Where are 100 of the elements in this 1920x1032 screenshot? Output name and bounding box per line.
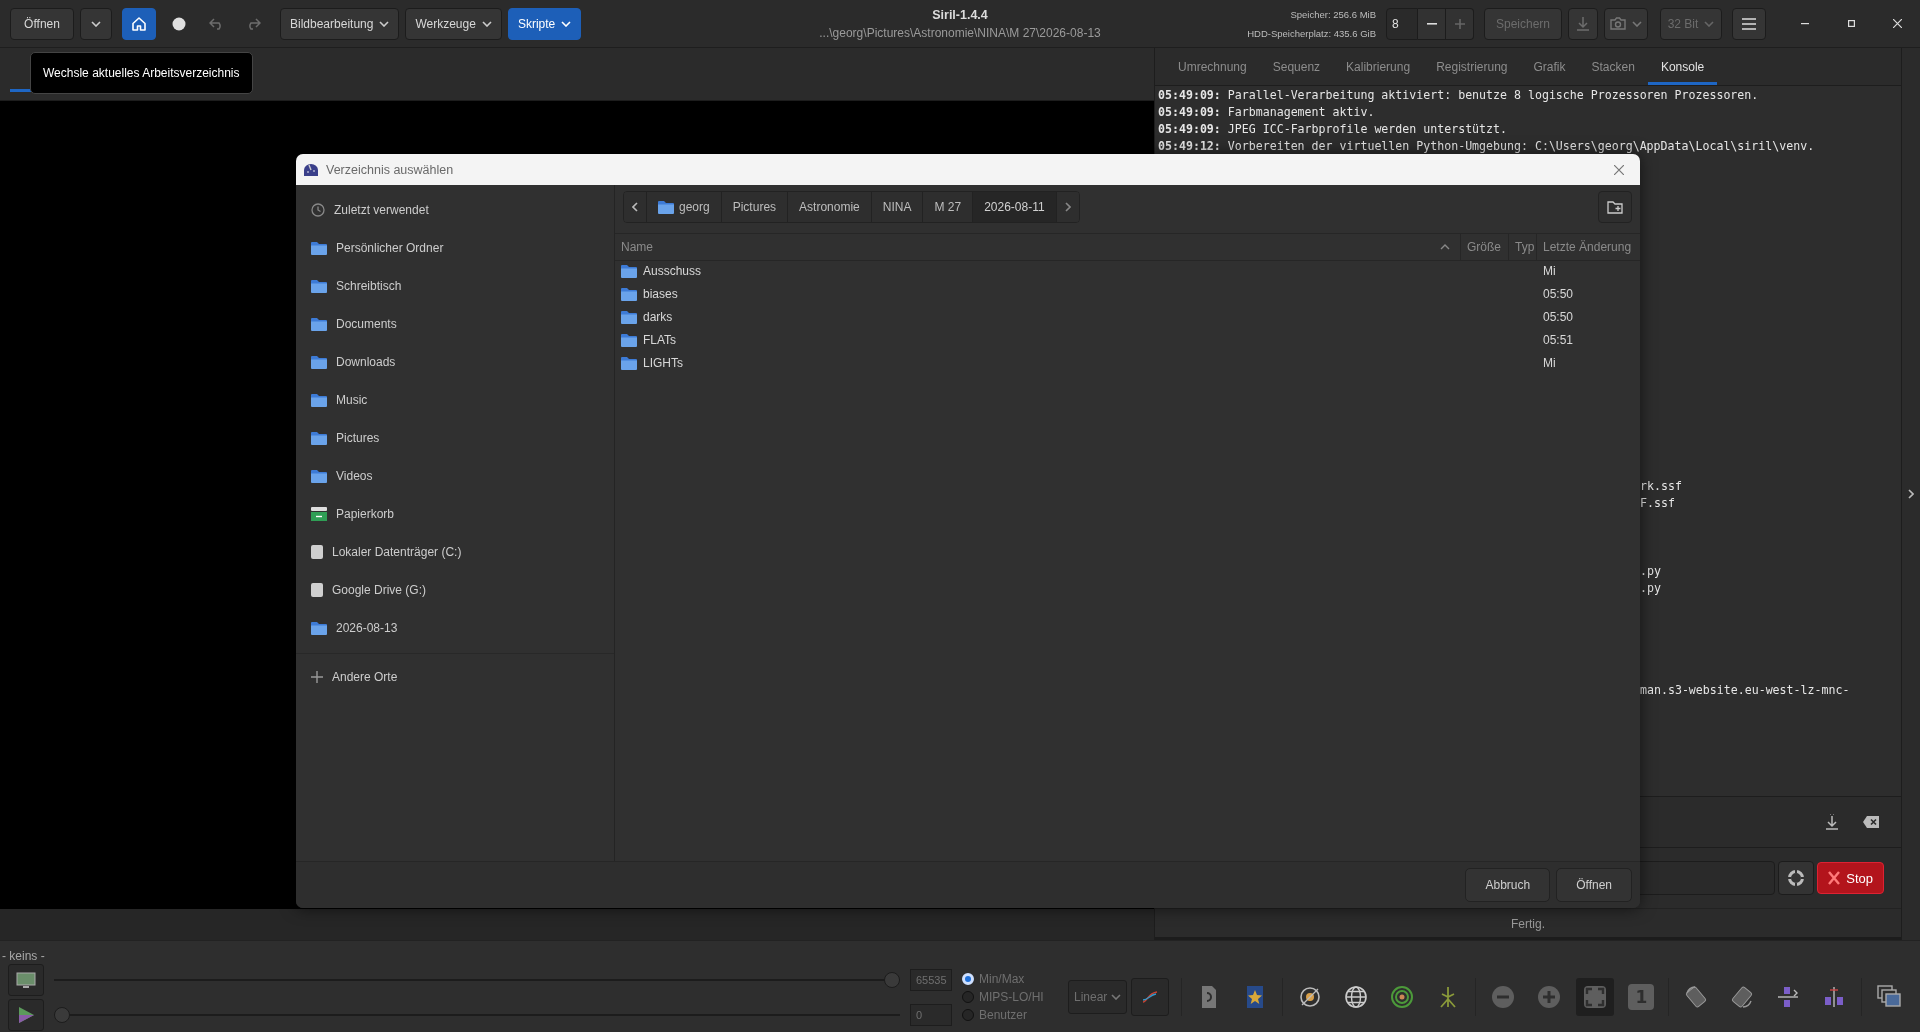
log-line: 05:49:09: Parallel-Verarbeitung aktiviert: benutze 8 logische Prozessoren Prozessoren.: [1158, 88, 1760, 102]
home-icon: [132, 16, 146, 31]
place-item[interactable]: Music: [296, 381, 614, 419]
layers-icon: [1877, 985, 1902, 1009]
file-name[interactable]: FLATs: [643, 332, 677, 347]
new-folder-icon: [1607, 200, 1623, 214]
thread-count-field[interactable]: 8: [1386, 7, 1418, 40]
menu-button[interactable]: [1732, 7, 1766, 40]
working-directory: ...\georg\Pictures\Astronomie\NINA\M 27\2026-08-13: [819, 25, 1101, 40]
cross-icon: [1828, 871, 1841, 885]
slider-thumb[interactable]: [54, 1006, 70, 1023]
increment-button[interactable]: [1446, 7, 1474, 40]
caret-icon: [1111, 994, 1122, 1000]
path-segment[interactable]: 2026-08-11: [973, 192, 1057, 222]
file-name[interactable]: Ausschuss: [643, 263, 702, 278]
folder-icon: [621, 286, 637, 301]
drive-icon: [311, 583, 323, 597]
log-line: rk.ssf: [1640, 479, 1683, 493]
minus-icon: [1426, 22, 1437, 25]
slider-thumb[interactable]: [884, 971, 900, 988]
fit-icon: [1583, 985, 1608, 1009]
modified-date: Mi: [1543, 355, 1556, 370]
dialog-button[interactable]: Öffnen: [1556, 868, 1632, 902]
log-line: F.ssf: [1640, 496, 1676, 510]
dialog-title: Verzeichnis auswählen: [326, 162, 454, 177]
download-icon: [1577, 16, 1589, 31]
color-button[interactable]: [8, 998, 44, 1031]
sort-icon: [1440, 244, 1450, 250]
new-folder-button[interactable]: [1598, 191, 1632, 223]
panel-tab[interactable]: Umrechnung: [1165, 60, 1260, 85]
file-name[interactable]: LIGHTs: [643, 355, 683, 370]
target-icon: [1390, 985, 1415, 1009]
other-places-item[interactable]: Andere Orte: [296, 658, 614, 696]
place-item[interactable]: Downloads: [296, 343, 614, 381]
download-icon: [1825, 814, 1839, 830]
close-icon: [1892, 19, 1902, 28]
place-item[interactable]: Lokaler Datenträger (C:): [296, 533, 614, 571]
panel-tab[interactable]: Sequenz: [1259, 60, 1334, 85]
monitor-icon: [16, 971, 36, 988]
chevron-left-icon: [632, 202, 638, 212]
download-button[interactable]: [1568, 7, 1598, 40]
place-item[interactable]: Videos: [296, 457, 614, 495]
place-item[interactable]: Schreibtisch: [296, 267, 614, 305]
file-name[interactable]: biases: [643, 286, 678, 301]
display-button[interactable]: [8, 963, 44, 996]
place-item[interactable]: Google Drive (G:): [296, 571, 614, 609]
panel-tab[interactable]: Kalibrierung: [1333, 60, 1424, 85]
folder-icon: [311, 431, 327, 445]
stop-button[interactable]: Stop: [1817, 862, 1884, 894]
tooltip: Wechsle aktuelles Arbeitsverzeichnis: [30, 52, 253, 94]
column-header[interactable]: Größe: [1467, 240, 1501, 254]
place-item[interactable]: Zuletzt verwendet: [296, 191, 614, 229]
column-header[interactable]: Typ: [1515, 240, 1535, 254]
file-name[interactable]: darks: [643, 309, 673, 324]
menu-button[interactable]: Skripte: [507, 7, 582, 40]
caret-icon: [1632, 20, 1642, 27]
column-header[interactable]: Letzte Änderung: [1543, 240, 1632, 254]
folder-icon: [311, 469, 327, 483]
panel-tab[interactable]: Registrierung: [1423, 60, 1521, 85]
home-folder-icon: [658, 200, 674, 214]
fit-button[interactable]: [1576, 978, 1615, 1016]
modified-date: 05:50: [1543, 309, 1574, 324]
home-button[interactable]: [122, 7, 156, 40]
caret-icon: [91, 20, 101, 27]
place-item[interactable]: 2026-08-13: [296, 609, 614, 647]
curve-button[interactable]: [1131, 978, 1170, 1016]
memory-usage: Speicher: 256.6 MiB: [1290, 8, 1376, 20]
drive-icon: [311, 545, 323, 559]
panel-tab[interactable]: Grafik: [1520, 60, 1579, 85]
lifebuoy-icon: [1788, 870, 1805, 886]
folder-icon: [311, 279, 327, 293]
globe-icon: [1344, 985, 1369, 1009]
save-log-button[interactable]: [1825, 814, 1839, 830]
folder-icon: [311, 317, 327, 331]
folder-icon: [621, 263, 637, 278]
clear-log-button[interactable]: [1863, 816, 1879, 828]
close-icon: [1614, 164, 1624, 175]
place-item[interactable]: Papierkorb: [296, 495, 614, 533]
place-item[interactable]: Persönlicher Ordner: [296, 229, 614, 267]
open-button[interactable]: Öffnen: [10, 7, 74, 40]
panel-tab[interactable]: Stacken: [1578, 60, 1648, 85]
decrement-button[interactable]: [1418, 7, 1446, 40]
modified-date: 05:51: [1543, 332, 1574, 347]
clear-icon: [1863, 816, 1879, 828]
log-line: .py: [1640, 564, 1662, 578]
menu-button[interactable]: Bildbearbeitung: [280, 7, 400, 40]
curve-icon: [1142, 991, 1159, 1003]
chevron-right-icon: [1908, 489, 1914, 499]
menu-button[interactable]: Werkzeuge: [405, 7, 502, 40]
dropdown-button[interactable]: [80, 7, 112, 40]
snapshot-button[interactable]: [1604, 7, 1648, 40]
folder-icon: [621, 332, 637, 347]
plus-icon: [311, 671, 323, 683]
modified-date: Mi: [1543, 263, 1556, 278]
help-button[interactable]: [1778, 861, 1815, 895]
zoom-in-icon: [1537, 985, 1562, 1009]
place-item[interactable]: Pictures: [296, 419, 614, 457]
place-item[interactable]: Documents: [296, 305, 614, 343]
dialog-button[interactable]: Abbruch: [1465, 868, 1551, 902]
column-header[interactable]: Name: [621, 240, 653, 254]
